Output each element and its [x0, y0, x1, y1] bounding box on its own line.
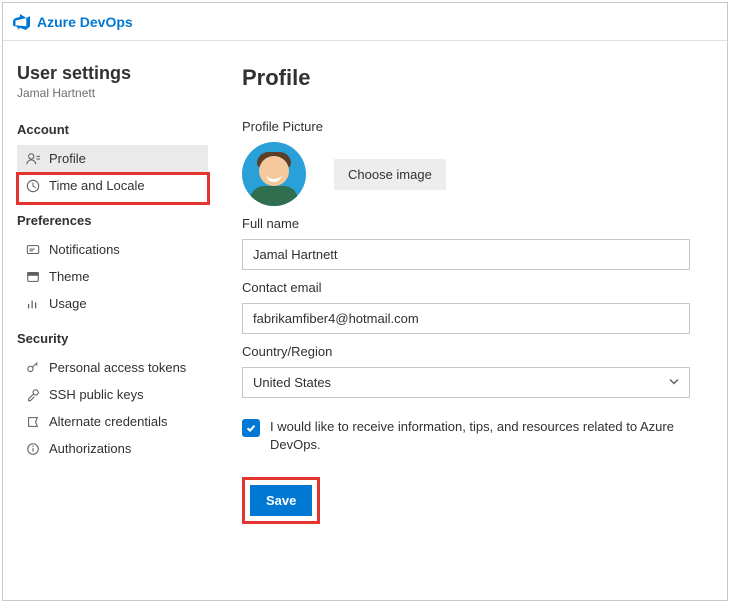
newsletter-checkbox[interactable] [242, 419, 260, 437]
sidebar-item-notifications[interactable]: Notifications [17, 236, 208, 263]
country-label: Country/Region [242, 344, 693, 359]
sidebar-item-label: Notifications [49, 242, 120, 257]
sidebar-item-label: Profile [49, 151, 86, 166]
info-icon [25, 442, 41, 456]
theme-icon [25, 270, 41, 284]
sidebar-item-label: Alternate credentials [49, 414, 168, 429]
email-label: Contact email [242, 280, 693, 295]
group-preferences: Preferences [17, 213, 208, 228]
main-panel: Profile Profile Picture Choose image Ful… [208, 41, 727, 600]
sidebar-item-label: SSH public keys [49, 387, 144, 402]
newsletter-text: I would like to receive information, tip… [270, 418, 690, 453]
clock-icon [25, 179, 41, 193]
save-highlight: Save [242, 477, 320, 524]
sidebar-item-label: Usage [49, 296, 87, 311]
email-input[interactable] [242, 303, 690, 334]
sidebar-item-label: Authorizations [49, 441, 131, 456]
user-name: Jamal Hartnett [17, 86, 208, 100]
usage-icon [25, 297, 41, 311]
ssh-icon [25, 388, 41, 402]
sidebar-item-alt-cred[interactable]: Alternate credentials [17, 408, 208, 435]
top-bar: Azure DevOps [3, 3, 727, 41]
sidebar-item-label: Time and Locale [49, 178, 145, 193]
fullname-label: Full name [242, 216, 693, 231]
alt-cred-icon [25, 415, 41, 429]
azure-devops-logo-icon [13, 13, 31, 31]
sidebar-item-pat[interactable]: Personal access tokens [17, 354, 208, 381]
avatar [242, 142, 306, 206]
fullname-input[interactable] [242, 239, 690, 270]
message-icon [25, 243, 41, 257]
group-account: Account [17, 122, 208, 137]
person-icon [25, 152, 41, 166]
page-heading: Profile [242, 65, 693, 91]
brand-name[interactable]: Azure DevOps [37, 14, 133, 30]
sidebar-item-authorizations[interactable]: Authorizations [17, 435, 208, 462]
key-icon [25, 361, 41, 375]
sidebar-item-theme[interactable]: Theme [17, 263, 208, 290]
sidebar-item-ssh[interactable]: SSH public keys [17, 381, 208, 408]
sidebar-item-time-locale[interactable]: Time and Locale [17, 172, 208, 199]
country-select[interactable] [242, 367, 690, 398]
choose-image-button[interactable]: Choose image [334, 159, 446, 190]
sidebar-item-profile[interactable]: Profile [17, 145, 208, 172]
group-security: Security [17, 331, 208, 346]
profile-picture-label: Profile Picture [242, 119, 693, 134]
settings-title: User settings [17, 63, 208, 84]
sidebar-item-usage[interactable]: Usage [17, 290, 208, 317]
sidebar-item-label: Theme [49, 269, 89, 284]
sidebar: User settings Jamal Hartnett Account Pro… [3, 41, 208, 600]
sidebar-item-label: Personal access tokens [49, 360, 186, 375]
save-button[interactable]: Save [250, 485, 312, 516]
